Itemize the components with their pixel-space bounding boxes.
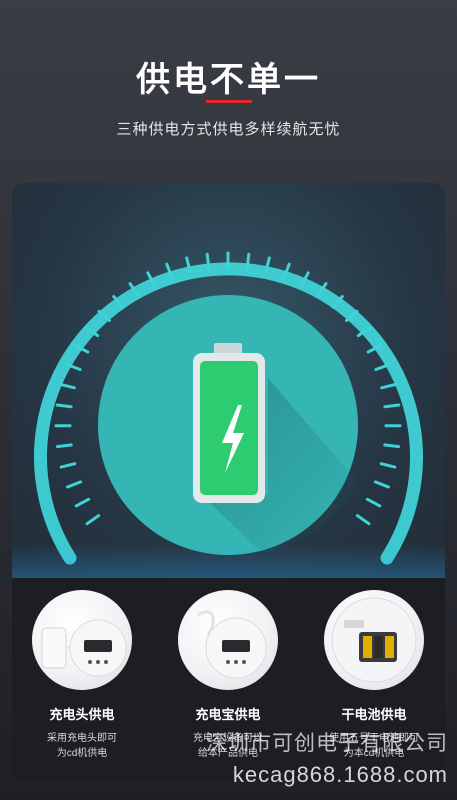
gauge-glow: [12, 543, 445, 578]
gauge-tick: [66, 480, 83, 489]
feature-title: 干电池供电: [341, 707, 407, 722]
feature-title: 充电宝供电: [195, 707, 261, 722]
title-underline: [206, 100, 252, 103]
page-title: 供电不单一: [136, 61, 321, 99]
gauge-tick: [380, 383, 397, 390]
feature-item-charger: 充电头供电 采用充电头即可 为cd机供电: [22, 590, 142, 761]
gauge-tick: [55, 443, 73, 449]
gauge-tick: [55, 403, 73, 409]
gauge-tick: [355, 514, 371, 526]
battery-photo-icon: [324, 590, 424, 690]
gauge-tick: [85, 514, 101, 526]
gauge-tick: [379, 462, 397, 469]
feature-title: 充电头供电: [49, 707, 115, 722]
gauge-tick: [383, 443, 401, 449]
gauge-tick: [59, 383, 76, 390]
gauge-tick: [59, 462, 77, 469]
gauge-tick: [245, 252, 251, 270]
feature-desc: 采用充电头即可 为cd机供电: [22, 731, 142, 761]
watermark-shop: kecag868.1688.com: [232, 762, 448, 787]
gauge-tick: [205, 252, 211, 270]
feature-desc-line2: 为cd机供电: [56, 748, 108, 759]
watermark-company: 深圳市可创电子有限公司: [206, 732, 448, 755]
powerbank-photo-icon: [178, 590, 278, 690]
page-subtitle: 三种供电方式供电多样续航无忧: [116, 121, 341, 138]
feature-desc-line1: 采用充电头即可: [47, 733, 117, 744]
gauge-tick: [365, 497, 382, 508]
gauge-illustration: [12, 183, 445, 578]
gauge-tick: [373, 480, 390, 489]
gauge-tick: [74, 497, 91, 508]
charger-photo-icon: [32, 590, 132, 690]
gauge-svg: [34, 251, 423, 565]
gauge-tick: [383, 403, 401, 409]
feature-panel: 充电头供电 采用充电头即可 为cd机供电 充电宝供电 充电宝设备可以 给本产品供…: [12, 183, 445, 781]
